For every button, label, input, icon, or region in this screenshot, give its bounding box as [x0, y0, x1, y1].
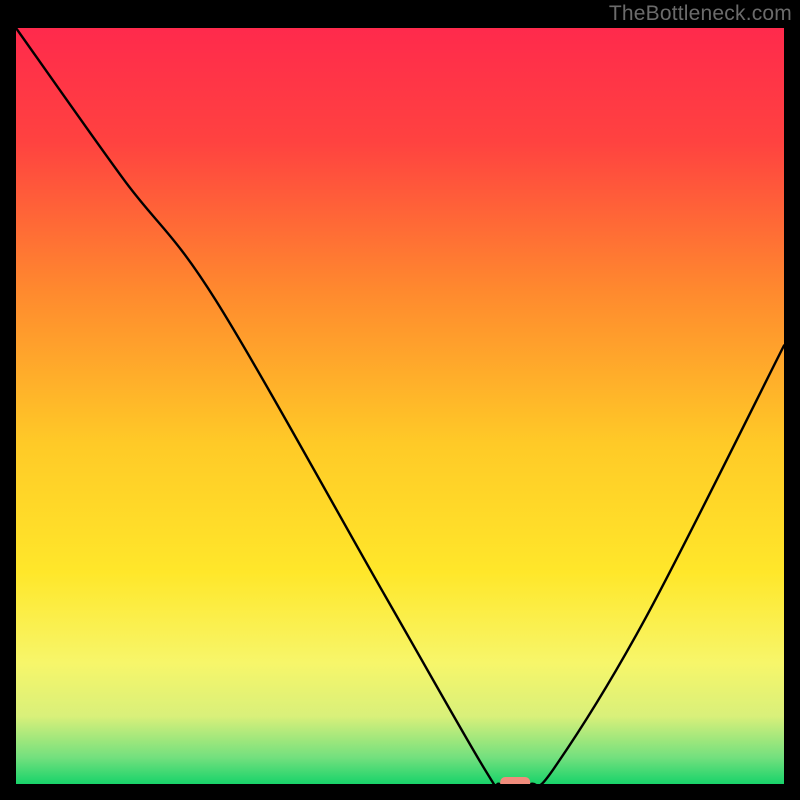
chart-frame: TheBottleneck.com: [0, 0, 800, 800]
plot-area: [16, 28, 784, 784]
watermark-text: TheBottleneck.com: [609, 2, 792, 26]
chart-svg: [16, 28, 784, 784]
optimal-marker: [500, 777, 530, 784]
gradient-rect: [16, 28, 784, 784]
